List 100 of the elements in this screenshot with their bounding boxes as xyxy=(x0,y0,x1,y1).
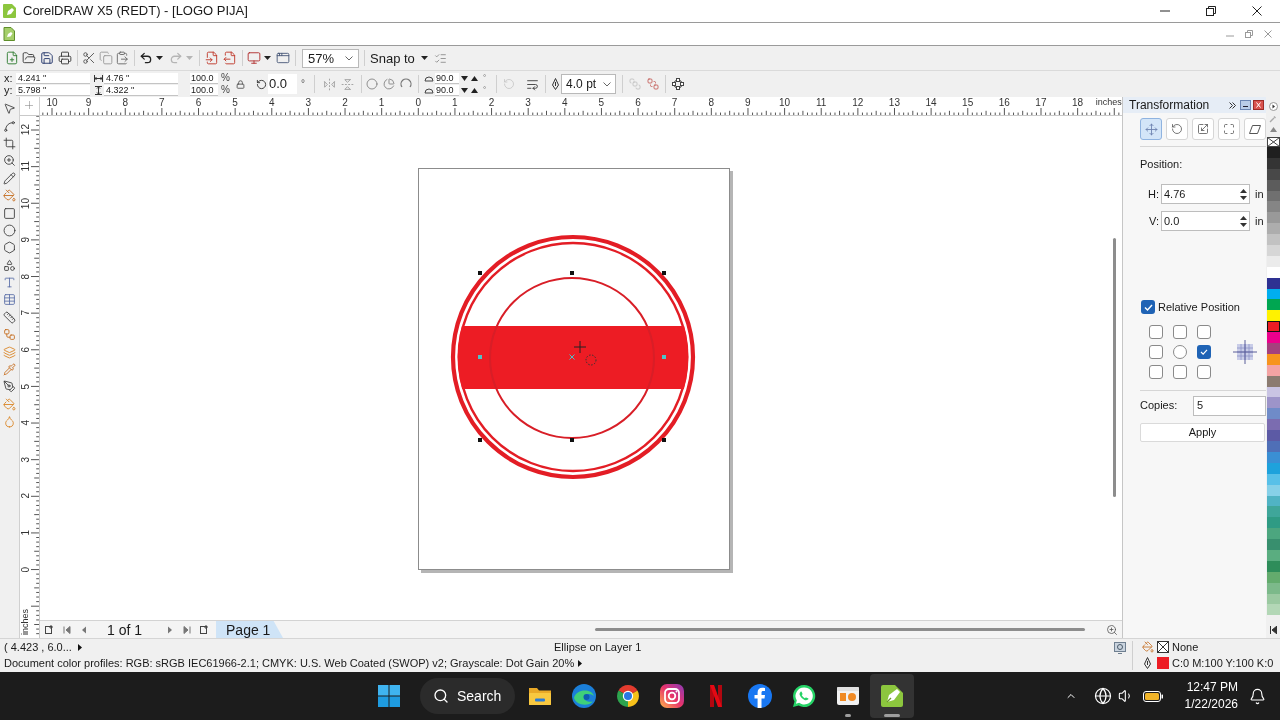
minimize-icon[interactable] xyxy=(1240,100,1251,110)
angle-field[interactable]: 90.0 xyxy=(434,84,459,96)
ribbon-icon[interactable] xyxy=(709,684,723,708)
caret-icon[interactable] xyxy=(420,56,428,60)
first-page-icon[interactable] xyxy=(63,625,71,634)
spin-arrows-icon[interactable] xyxy=(1240,214,1247,228)
color-swatch[interactable] xyxy=(1266,353,1280,365)
color-swatch[interactable] xyxy=(1266,245,1280,256)
pointer-icon[interactable] xyxy=(3,102,16,116)
open-folder-icon[interactable] xyxy=(22,51,36,65)
color-swatch[interactable] xyxy=(1266,430,1280,442)
battery-icon[interactable] xyxy=(1142,690,1163,702)
color-swatch[interactable] xyxy=(1266,266,1280,278)
scale-icon[interactable] xyxy=(1197,123,1209,135)
close-icon[interactable] xyxy=(1252,6,1262,16)
paste-icon[interactable] xyxy=(115,51,129,65)
lock-icon[interactable] xyxy=(235,79,245,89)
anchor-checkbox[interactable] xyxy=(1197,344,1211,359)
undo-icon[interactable] xyxy=(139,51,153,65)
color-swatch[interactable] xyxy=(1266,571,1280,583)
color-swatch[interactable] xyxy=(1266,190,1280,202)
color-swatch[interactable] xyxy=(1266,168,1280,180)
color-swatch[interactable] xyxy=(1266,364,1280,376)
transform-tab[interactable] xyxy=(1166,118,1188,140)
scroll-up-icon[interactable] xyxy=(1269,127,1277,132)
ellipse-icon[interactable] xyxy=(3,223,16,237)
paint-bucket-icon[interactable] xyxy=(3,189,16,203)
app-window-icon[interactable] xyxy=(276,51,290,65)
color-swatch[interactable] xyxy=(1266,441,1280,452)
anchor-checkbox[interactable] xyxy=(1173,364,1187,379)
caret-icon[interactable] xyxy=(264,56,271,60)
color-swatch[interactable] xyxy=(1266,451,1280,463)
tricolor-circle-icon[interactable] xyxy=(615,683,641,709)
color-swatch[interactable] xyxy=(1266,397,1280,409)
position-input[interactable]: 4.76 xyxy=(1161,184,1250,204)
swirl-icon[interactable] xyxy=(571,683,597,709)
expand-arrow-icon[interactable] xyxy=(77,643,82,651)
angle-field[interactable]: 90.0 xyxy=(434,72,459,84)
save-icon[interactable] xyxy=(40,51,54,65)
anchor-checkbox[interactable] xyxy=(1197,364,1211,379)
pen-app-icon[interactable] xyxy=(879,683,905,709)
rectangle-icon[interactable] xyxy=(3,206,16,220)
f-circle-icon[interactable] xyxy=(747,683,773,709)
pen-nib-icon[interactable] xyxy=(3,380,16,394)
position-input[interactable]: 0.0 xyxy=(1161,211,1250,231)
new-document-icon[interactable] xyxy=(5,51,19,65)
color-swatch[interactable] xyxy=(1266,234,1280,245)
anchor-checkbox[interactable] xyxy=(1197,324,1211,339)
crop-icon[interactable] xyxy=(3,136,16,150)
send-to-back-icon[interactable] xyxy=(647,78,660,90)
transform-tab[interactable] xyxy=(1218,118,1240,140)
skew-icon[interactable] xyxy=(1249,124,1261,134)
resize-icon[interactable] xyxy=(1223,123,1235,135)
clock-time[interactable]: 12:47 PM xyxy=(1186,679,1238,696)
color-swatch[interactable] xyxy=(1266,419,1280,431)
caret-icon[interactable] xyxy=(156,56,163,60)
outline-width-dropdown[interactable]: 4.0 pt xyxy=(561,74,617,94)
scale-field[interactable]: 100.0 xyxy=(190,84,218,96)
color-swatch[interactable] xyxy=(1266,375,1280,387)
copies-input[interactable]: 5 xyxy=(1193,395,1266,416)
anchor-checkbox[interactable] xyxy=(1149,324,1163,339)
apply-button[interactable]: Apply xyxy=(1140,422,1265,442)
arc-icon[interactable] xyxy=(399,78,412,90)
shapes-icon[interactable] xyxy=(3,258,16,272)
color-swatch[interactable] xyxy=(1266,484,1280,496)
transform-tab[interactable] xyxy=(1244,118,1266,140)
ruler-icon[interactable] xyxy=(3,310,16,324)
chevron-down-icon[interactable] xyxy=(345,55,353,61)
position-field[interactable]: 4.241 " xyxy=(16,72,90,84)
snap-to-button[interactable]: Snap to xyxy=(370,48,428,68)
monitor-icon[interactable] xyxy=(1114,642,1126,654)
color-swatch[interactable] xyxy=(1266,462,1280,474)
rotate-icon[interactable] xyxy=(255,78,267,90)
start-icon[interactable] xyxy=(378,685,400,707)
anchor-radio[interactable] xyxy=(1173,344,1187,359)
color-swatch[interactable] xyxy=(1266,582,1280,594)
color-swatch[interactable] xyxy=(1266,147,1280,158)
anchor-checkbox[interactable] xyxy=(1173,324,1187,339)
anchor-checkbox[interactable] xyxy=(1149,364,1163,379)
export-icon[interactable] xyxy=(223,51,237,65)
active-app-tile[interactable] xyxy=(870,674,914,718)
checkbox[interactable] xyxy=(1141,300,1155,315)
expand-arrow-icon[interactable] xyxy=(578,659,583,667)
color-swatch[interactable] xyxy=(1266,321,1280,333)
size-field[interactable]: 4.322 " xyxy=(104,84,178,96)
anchor-checkbox[interactable] xyxy=(1149,344,1163,359)
spin-arrows-icon[interactable] xyxy=(1240,187,1247,201)
search-button[interactable]: Search xyxy=(420,678,515,714)
color-swatch[interactable] xyxy=(1266,255,1280,267)
color-swatch[interactable] xyxy=(1266,157,1280,169)
color-swatch[interactable] xyxy=(1266,473,1280,485)
color-swatch[interactable] xyxy=(1266,386,1280,398)
node-ring-icon[interactable] xyxy=(672,78,685,90)
color-swatch[interactable] xyxy=(1266,408,1280,420)
vertical-scrollbar-thumb[interactable] xyxy=(1113,238,1116,497)
table-icon[interactable] xyxy=(3,293,16,307)
list-checks-icon[interactable] xyxy=(433,51,447,65)
pencil-icon[interactable] xyxy=(3,171,16,185)
palette-menu-icon[interactable] xyxy=(1268,102,1278,111)
rotate-icon[interactable] xyxy=(1171,123,1183,135)
